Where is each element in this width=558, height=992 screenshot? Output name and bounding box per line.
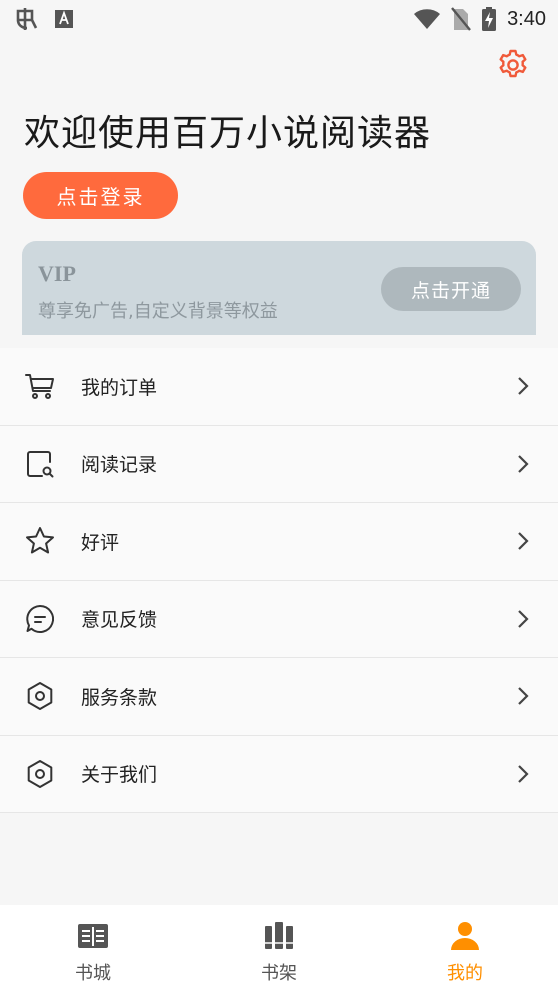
chevron-right-icon [518, 532, 529, 551]
menu-item-about[interactable]: 关于我们 [0, 736, 558, 813]
bottom-tab-bar: 书城 书架 我的 [0, 905, 558, 992]
status-bar: 3:40 [0, 0, 558, 38]
wifi-icon [414, 9, 441, 29]
tab-label: 我的 [447, 963, 483, 984]
chevron-right-icon [518, 377, 529, 396]
menu-item-orders[interactable]: 我的订单 [0, 348, 558, 426]
hexagon-icon [27, 682, 53, 711]
vip-title: VIP [38, 261, 76, 286]
clock: 3:40 [507, 7, 546, 30]
font-notification-icon [55, 10, 73, 28]
menu-item-label: 好评 [81, 531, 120, 554]
star-icon [26, 527, 54, 554]
chevron-right-icon [518, 764, 529, 783]
menu-list: 我的订单 阅读记录 好评 意见反馈 服务条款 关于我们 [0, 348, 558, 813]
menu-item-reading-history[interactable]: 阅读记录 [0, 426, 558, 503]
tab-label: 书架 [261, 963, 297, 984]
reading-history-icon [27, 450, 54, 478]
menu-item-label: 阅读记录 [81, 454, 158, 477]
menu-item-label: 服务条款 [81, 686, 158, 709]
tab-profile[interactable]: 我的 [372, 905, 558, 992]
cart-icon [25, 374, 54, 400]
settings-gear-icon[interactable] [496, 48, 530, 82]
chevron-right-icon [518, 609, 529, 628]
chevron-right-icon [518, 687, 529, 706]
app-notification-icon [16, 8, 38, 30]
tab-bookstore[interactable]: 书城 [0, 905, 186, 992]
tab-bookshelf[interactable]: 书架 [186, 905, 372, 992]
menu-item-feedback[interactable]: 意见反馈 [0, 581, 558, 658]
menu-item-label: 我的订单 [81, 376, 158, 399]
login-button[interactable]: 点击登录 [23, 172, 178, 219]
menu-item-label: 意见反馈 [81, 609, 158, 632]
menu-item-terms[interactable]: 服务条款 [0, 658, 558, 736]
tab-label: 书城 [75, 963, 111, 984]
menu-item-rating[interactable]: 好评 [0, 503, 558, 581]
vip-card: VIP 尊享免广告,自定义背景等权益 点击开通 [22, 241, 536, 335]
bookshelf-icon [265, 922, 293, 949]
chevron-right-icon [518, 454, 529, 473]
vip-open-button[interactable]: 点击开通 [381, 267, 521, 311]
profile-icon [451, 922, 479, 950]
hexagon-icon [27, 759, 53, 788]
profile-screen: 3:40 欢迎使用百万小说阅读器 点击登录 VIP 尊享免广告,自定义背景等权益… [0, 0, 558, 992]
bookstore-icon [78, 924, 108, 948]
battery-charging-icon [482, 7, 497, 31]
no-sim-icon [451, 7, 471, 31]
feedback-icon [26, 604, 55, 633]
vip-description: 尊享免广告,自定义背景等权益 [38, 301, 278, 322]
menu-item-label: 关于我们 [81, 764, 158, 787]
welcome-title: 欢迎使用百万小说阅读器 [24, 113, 432, 154]
